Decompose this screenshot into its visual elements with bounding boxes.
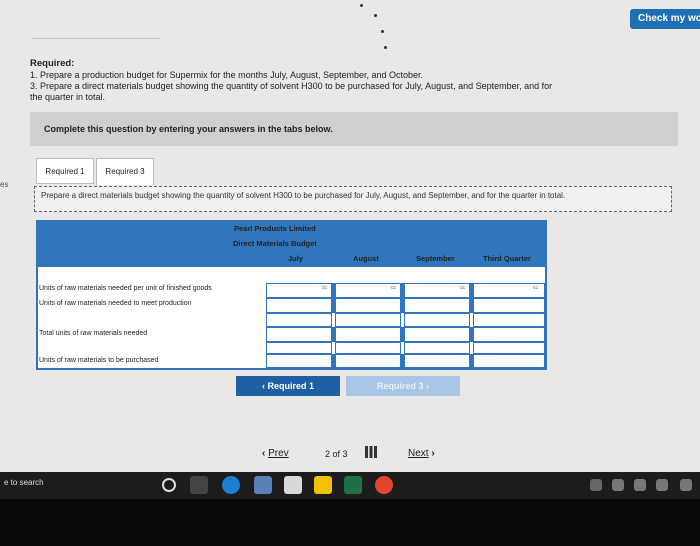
blank-row xyxy=(38,267,545,283)
file-explorer-icon[interactable] xyxy=(314,476,332,494)
prev-label: Prev xyxy=(268,448,289,459)
col-header-september: September xyxy=(416,254,455,263)
input-july-purchased[interactable] xyxy=(266,354,332,368)
battery-icon xyxy=(612,479,624,491)
cc-marker: cc xyxy=(391,285,396,291)
row-label-units-purchased: Units of raw materials to be purchased xyxy=(39,357,159,364)
tab-required-1[interactable]: Required 1 xyxy=(36,158,94,184)
row-label-total-units: Total units of raw materials needed xyxy=(39,330,148,337)
next-required-button[interactable]: Required 3 › xyxy=(346,376,460,396)
edge-icon[interactable] xyxy=(222,476,240,494)
col-header-third-quarter: Third Quarter xyxy=(483,254,531,263)
cc-marker: cc xyxy=(533,285,538,291)
side-text-fragment: es xyxy=(0,180,9,189)
input-september-blank[interactable] xyxy=(404,313,470,327)
input-august-purchased[interactable] xyxy=(335,354,401,368)
excel-icon[interactable] xyxy=(344,476,362,494)
cc-marker: cc xyxy=(322,285,327,291)
input-july-total[interactable] xyxy=(266,327,332,342)
taskbar-search[interactable]: e to search xyxy=(4,478,44,487)
input-august-blank[interactable] xyxy=(335,313,401,327)
tab-instruction: Prepare a direct materials budget showin… xyxy=(34,186,672,212)
chevron-left-icon: ‹ xyxy=(261,381,265,391)
cc-marker: cc xyxy=(460,285,465,291)
chrome-icon[interactable] xyxy=(375,476,393,494)
input-september-inventory[interactable] xyxy=(404,342,470,354)
divider xyxy=(32,38,160,39)
chevron-right-icon: › xyxy=(426,381,430,391)
chevron-left-icon: ‹ xyxy=(262,448,266,459)
prev-required-button[interactable]: ‹ Required 1 xyxy=(236,376,340,396)
grid-icon[interactable] xyxy=(365,446,377,458)
check-my-work-button[interactable]: Check my work xyxy=(630,9,700,29)
company-name: Pearl Products Limited xyxy=(234,224,316,233)
required-line-1: 1. Prepare a production budget for Super… xyxy=(30,70,424,80)
direct-materials-budget-table: Pearl Products Limited Direct Materials … xyxy=(36,220,547,370)
input-quarter-inventory[interactable] xyxy=(473,342,545,354)
input-august-production[interactable] xyxy=(335,298,401,313)
decor-dot xyxy=(381,30,384,33)
input-quarter-production[interactable] xyxy=(473,298,545,313)
input-quarter-purchased[interactable] xyxy=(473,354,545,368)
input-july-inventory[interactable] xyxy=(266,342,332,354)
col-header-august: August xyxy=(353,254,379,263)
volume-icon[interactable] xyxy=(656,479,668,491)
photos-icon[interactable] xyxy=(254,476,272,494)
store-icon[interactable] xyxy=(284,476,302,494)
input-september-purchased[interactable] xyxy=(404,354,470,368)
budget-title: Direct Materials Budget xyxy=(233,239,317,248)
wifi-icon[interactable] xyxy=(634,479,646,491)
decor-dot xyxy=(374,14,377,17)
decor-dot xyxy=(384,46,387,49)
row-label-units-for-production: Units of raw materials needed to meet pr… xyxy=(39,300,192,307)
prev-required-label: Required 1 xyxy=(267,381,315,391)
prev-link[interactable]: ‹ Prev xyxy=(262,448,289,459)
bezel xyxy=(0,499,700,546)
input-quarter-blank[interactable] xyxy=(473,313,545,327)
col-header-july: July xyxy=(288,254,304,263)
tray-icon[interactable] xyxy=(590,479,602,491)
required-line-3: the quarter in total. xyxy=(30,92,106,102)
next-link[interactable]: Next › xyxy=(408,448,435,459)
instruction-banner: Complete this question by entering your … xyxy=(30,112,678,146)
next-label: Next xyxy=(408,448,429,459)
task-view-icon[interactable] xyxy=(190,476,208,494)
required-heading: Required: xyxy=(30,58,75,69)
input-august-total[interactable] xyxy=(335,327,401,342)
decor-dot xyxy=(360,4,363,7)
chevron-right-icon: › xyxy=(431,448,435,459)
input-september-production[interactable] xyxy=(404,298,470,313)
input-september-total[interactable] xyxy=(404,327,470,342)
input-july-production[interactable] xyxy=(266,298,332,313)
cortana-icon[interactable] xyxy=(162,478,176,492)
next-required-label: Required 3 xyxy=(376,381,424,391)
input-july-blank[interactable] xyxy=(266,313,332,327)
page-indicator: 2 of 3 xyxy=(325,449,348,459)
input-august-inventory[interactable] xyxy=(335,342,401,354)
required-line-2: 3. Prepare a direct materials budget sho… xyxy=(30,81,553,91)
row-label-units-per-unit: Units of raw materials needed per unit o… xyxy=(39,285,212,292)
input-quarter-total[interactable] xyxy=(473,327,545,342)
pen-icon[interactable] xyxy=(680,479,692,491)
tab-required-3[interactable]: Required 3 xyxy=(96,158,154,185)
